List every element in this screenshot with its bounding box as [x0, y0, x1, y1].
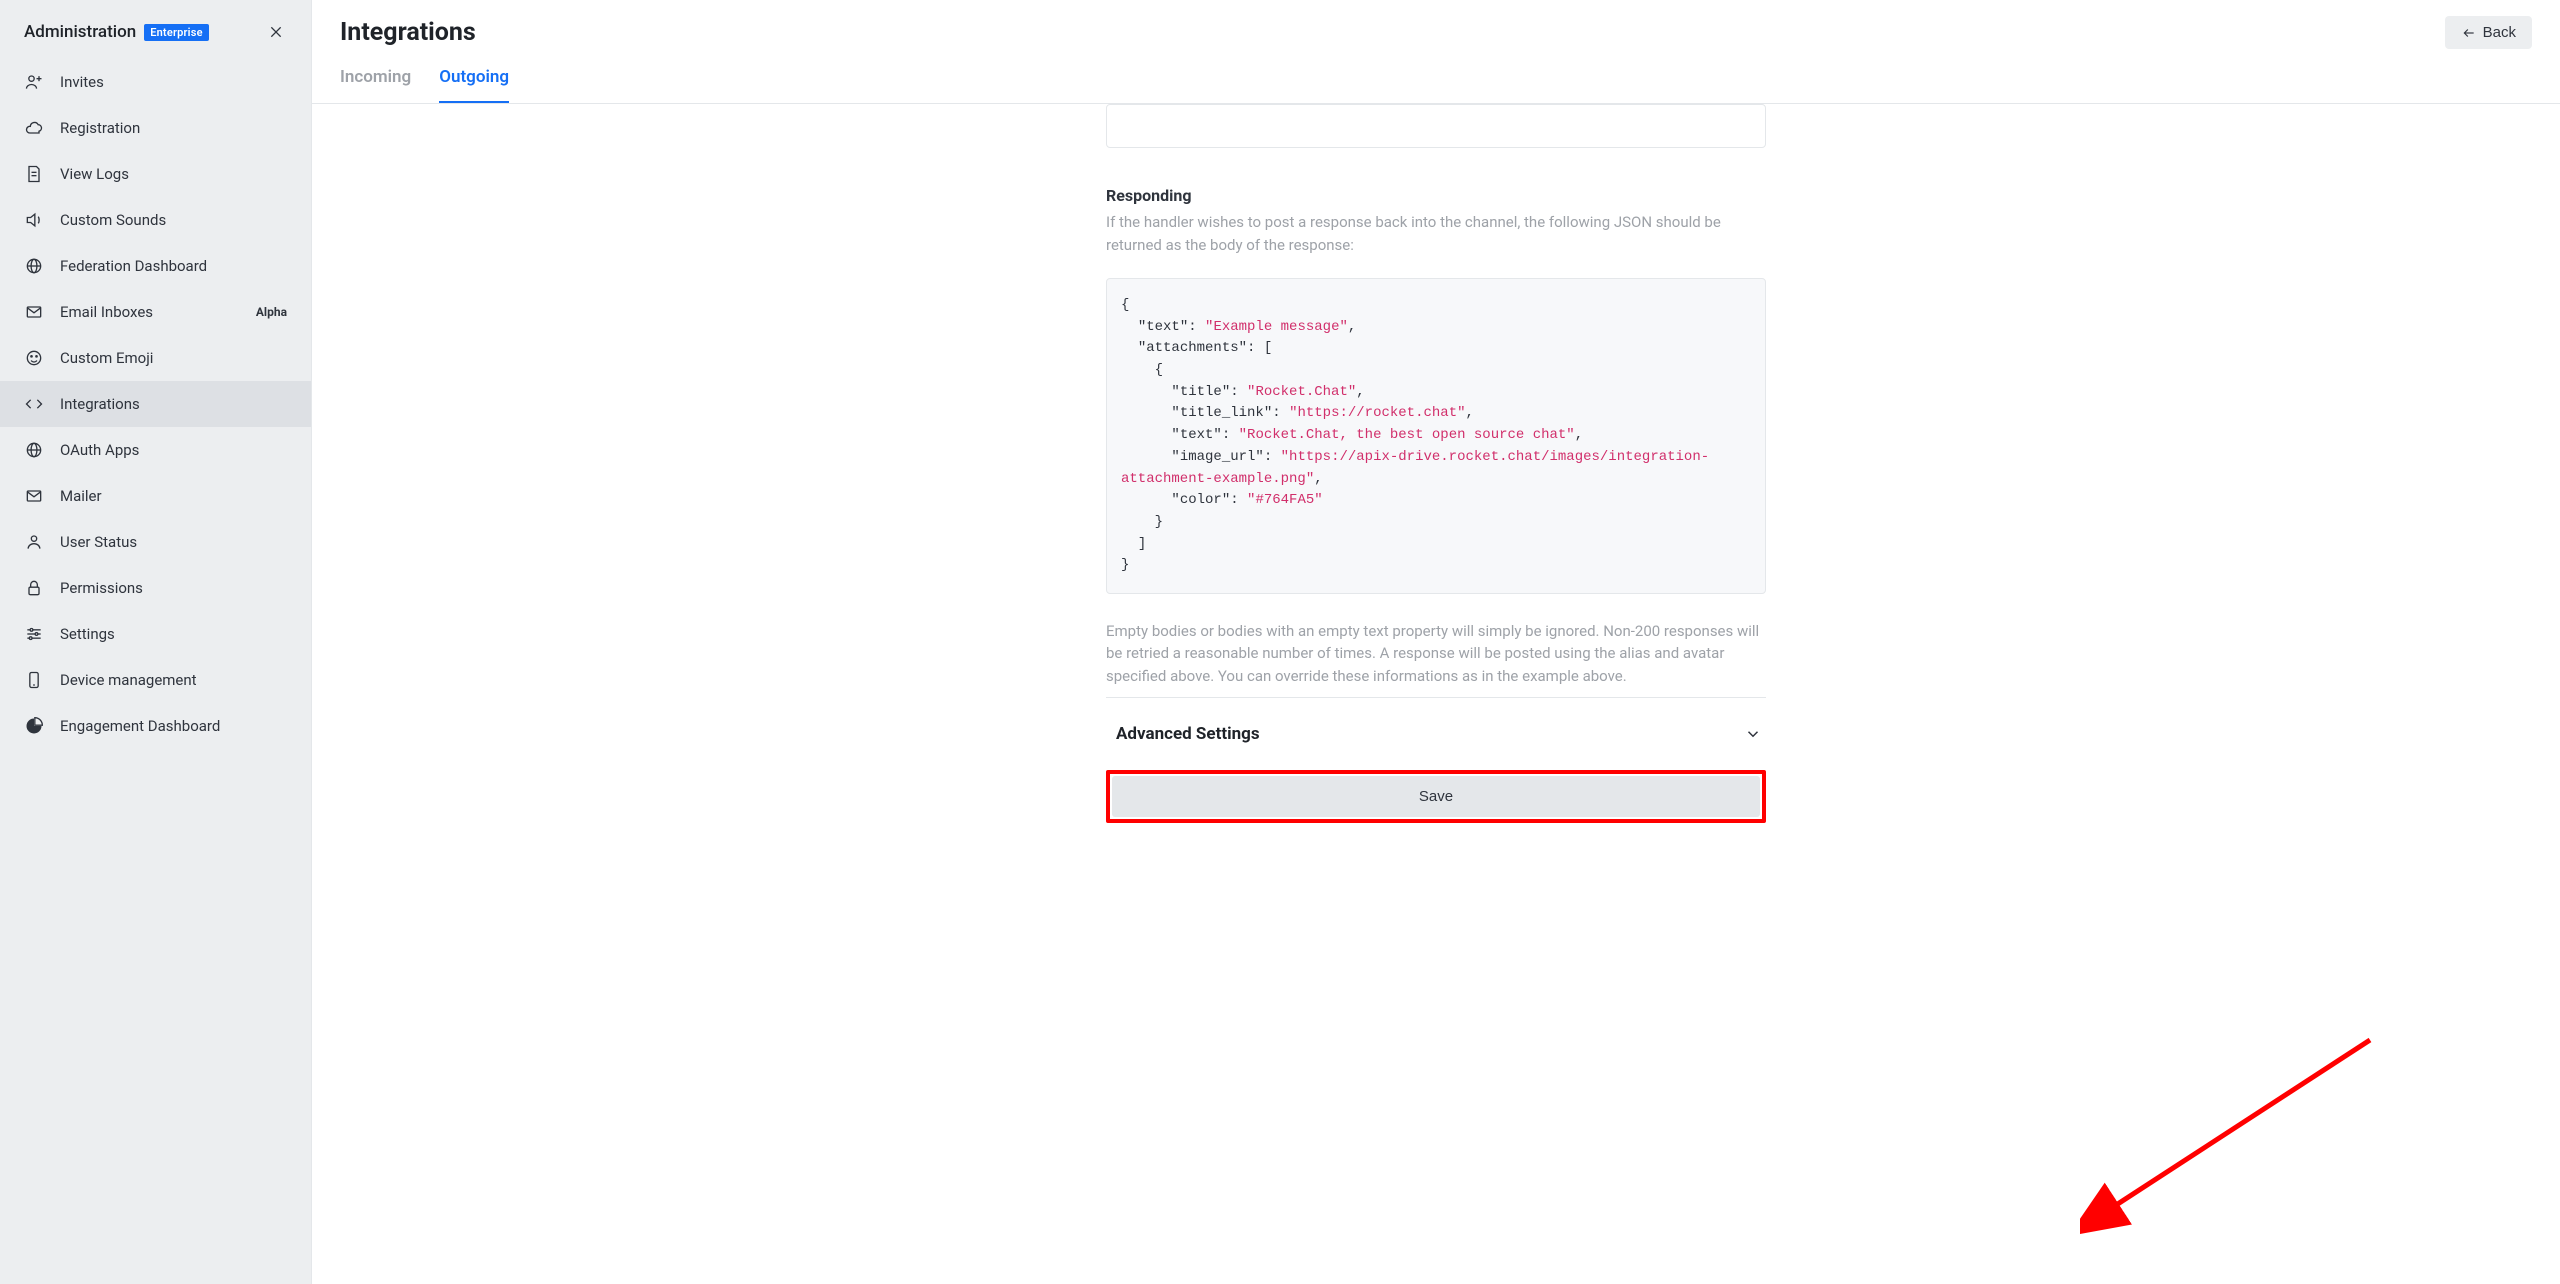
- responding-desc: If the handler wishes to post a response…: [1106, 211, 1766, 256]
- sidebar-item-label: Settings: [60, 625, 287, 643]
- sidebar-item-user-status[interactable]: User Status: [0, 519, 311, 565]
- mail-icon: [24, 302, 44, 322]
- back-label: Back: [2483, 24, 2516, 41]
- emoji-icon: [24, 348, 44, 368]
- sidebar-item-label: Custom Emoji: [60, 349, 287, 367]
- sidebar-item-label: Permissions: [60, 579, 287, 597]
- sidebar-item-permissions[interactable]: Permissions: [0, 565, 311, 611]
- user-plus-icon: [24, 72, 44, 92]
- sidebar-item-label: Engagement Dashboard: [60, 717, 287, 735]
- sidebar-items: Invites Registration View Logs Custom So…: [0, 53, 311, 749]
- page-title: Integrations: [340, 18, 476, 47]
- sidebar-item-label: Invites: [60, 73, 287, 91]
- sidebar-item-label: View Logs: [60, 165, 287, 183]
- save-button[interactable]: Save: [1112, 776, 1760, 817]
- arrow-left-icon: [2461, 26, 2477, 40]
- device-icon: [24, 670, 44, 690]
- enterprise-badge: Enterprise: [144, 24, 209, 41]
- sliders-icon: [24, 624, 44, 644]
- sidebar-item-settings[interactable]: Settings: [0, 611, 311, 657]
- sidebar-item-label: Device management: [60, 671, 287, 689]
- topbar: Integrations Back: [312, 0, 2560, 53]
- lock-icon: [24, 578, 44, 598]
- cloud-icon: [24, 118, 44, 138]
- sidebar-item-label: OAuth Apps: [60, 441, 287, 459]
- responding-note: Empty bodies or bodies with an empty tex…: [1106, 620, 1766, 688]
- sidebar-item-federation[interactable]: Federation Dashboard: [0, 243, 311, 289]
- tab-incoming[interactable]: Incoming: [340, 67, 411, 103]
- advanced-settings-title: Advanced Settings: [1110, 724, 1260, 744]
- user-icon: [24, 532, 44, 552]
- sidebar-item-email-inboxes[interactable]: Email Inboxes Alpha: [0, 289, 311, 335]
- content-scroll[interactable]: Responding If the handler wishes to post…: [312, 104, 2560, 1284]
- piechart-icon: [24, 716, 44, 736]
- sidebar-item-custom-sounds[interactable]: Custom Sounds: [0, 197, 311, 243]
- sidebar-item-view-logs[interactable]: View Logs: [0, 151, 311, 197]
- sidebar-title: Administration: [24, 22, 136, 42]
- back-button[interactable]: Back: [2445, 16, 2532, 49]
- sound-icon: [24, 210, 44, 230]
- chevron-down-icon: [1744, 725, 1762, 743]
- sidebar-item-label: Federation Dashboard: [60, 257, 287, 275]
- response-json-example: { "text": "Example message", "attachment…: [1106, 278, 1766, 594]
- code-icon: [24, 394, 44, 414]
- save-wrap: Save: [1106, 770, 1766, 823]
- alpha-tag: Alpha: [256, 305, 287, 319]
- sidebar-item-device-management[interactable]: Device management: [0, 657, 311, 703]
- sidebar-item-registration[interactable]: Registration: [0, 105, 311, 151]
- annotation-highlight-box: Save: [1106, 770, 1766, 823]
- tab-outgoing[interactable]: Outgoing: [439, 67, 509, 103]
- tabs: Incoming Outgoing: [312, 53, 2560, 104]
- file-icon: [24, 164, 44, 184]
- content: Responding If the handler wishes to post…: [1106, 104, 1766, 1284]
- sidebar-item-label: Integrations: [60, 395, 287, 413]
- sidebar-item-oauth-apps[interactable]: OAuth Apps: [0, 427, 311, 473]
- mail-icon: [24, 486, 44, 506]
- sidebar-item-mailer[interactable]: Mailer: [0, 473, 311, 519]
- sidebar-item-label: Mailer: [60, 487, 287, 505]
- sidebar-item-integrations[interactable]: Integrations: [0, 381, 311, 427]
- sidebar-item-invites[interactable]: Invites: [0, 59, 311, 105]
- advanced-settings-accordion[interactable]: Advanced Settings: [1106, 698, 1766, 770]
- sidebar-item-label: Custom Sounds: [60, 211, 287, 229]
- responding-title: Responding: [1106, 186, 1766, 205]
- sidebar-item-label: Registration: [60, 119, 287, 137]
- sidebar-item-label: User Status: [60, 533, 287, 551]
- sidebar-item-engagement-dashboard[interactable]: Engagement Dashboard: [0, 703, 311, 749]
- globe-icon: [24, 256, 44, 276]
- admin-sidebar: Administration Enterprise Invites Regist…: [0, 0, 312, 1284]
- sidebar-header: Administration Enterprise: [0, 0, 311, 53]
- previous-field-box: [1106, 104, 1766, 148]
- sidebar-item-custom-emoji[interactable]: Custom Emoji: [0, 335, 311, 381]
- globe-icon: [24, 440, 44, 460]
- sidebar-item-label: Email Inboxes: [60, 303, 240, 321]
- main-panel: Integrations Back Incoming Outgoing Resp…: [312, 0, 2560, 1284]
- close-icon[interactable]: [265, 21, 287, 43]
